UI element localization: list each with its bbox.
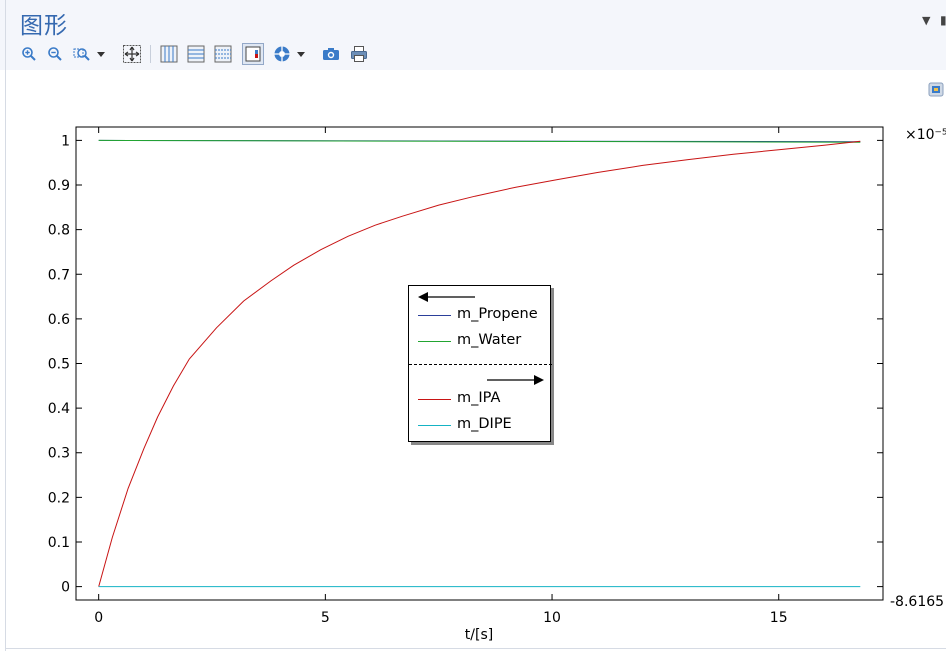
- left-tick-label: 0.8: [48, 223, 70, 239]
- left-tick-label: 0.2: [48, 490, 70, 506]
- legend-swatch-water: [418, 341, 451, 342]
- legend-item-ipa: m_IPA: [409, 389, 552, 409]
- left-tick-label: 0.7: [48, 267, 70, 283]
- x-tick-label: 15: [770, 610, 788, 626]
- legend-item-propene: m_Propene: [409, 305, 552, 325]
- legend-swatch-ipa: [418, 399, 451, 400]
- legend-label-propene: m_Propene: [457, 306, 538, 322]
- legend-swatch-propene: [418, 315, 451, 316]
- left-axis-arrow-icon: [418, 292, 475, 302]
- chart-legend[interactable]: m_Propene m_Water m_IPA m_DIPE: [408, 285, 552, 442]
- x-axis-label: t/[s]: [465, 627, 493, 643]
- right-axis-arrow-icon: [487, 375, 544, 385]
- legend-item-water: m_Water: [409, 331, 552, 351]
- x-tick-label: 10: [543, 610, 561, 626]
- x-tick-label: 5: [321, 610, 330, 626]
- legend-label-dipe: m_DIPE: [457, 416, 512, 432]
- legend-divider: [409, 364, 552, 365]
- legend-item-dipe: m_DIPE: [409, 415, 552, 435]
- legend-swatch-dipe: [418, 425, 451, 426]
- left-tick-label: 0.1: [48, 535, 70, 551]
- legend-label-water: m_Water: [457, 332, 522, 348]
- left-tick-label: 0.6: [48, 312, 70, 328]
- legend-label-ipa: m_IPA: [457, 390, 501, 406]
- left-tick-label: 0.5: [48, 357, 70, 373]
- left-tick-label: 0.3: [48, 446, 70, 462]
- x-tick-label: 0: [94, 610, 103, 626]
- right-axis-bottom-label: -8.6165: [890, 594, 944, 610]
- left-tick-label: 0: [61, 580, 70, 596]
- left-tick-label: 0.4: [48, 401, 70, 417]
- right-axis-multiplier: ×10⁻⁵: [905, 127, 946, 143]
- left-tick-label: 1: [61, 133, 70, 149]
- left-tick-label: 0.9: [48, 178, 70, 194]
